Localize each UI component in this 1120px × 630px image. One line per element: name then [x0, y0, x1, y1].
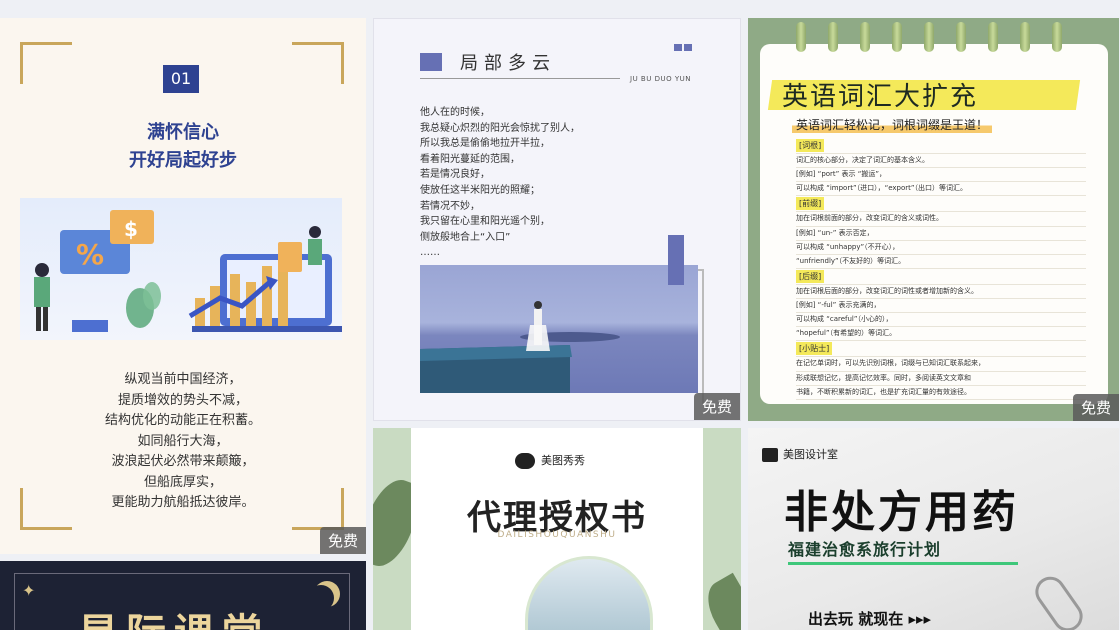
poem-line: 提质增效的势头不减，: [117, 392, 248, 408]
note-line: 可以构成 “careful”（小心的），: [796, 313, 1086, 328]
vocab-notes: [词根] 词汇的核心部分，决定了词汇的基本含义。 [例如] “port” 表示 …: [796, 138, 1086, 400]
percent-icon: %: [76, 238, 104, 271]
free-badge: 免费: [693, 393, 740, 420]
notebook-ring: [988, 22, 998, 52]
free-badge: 免费: [319, 527, 366, 554]
card-title: 局部多云: [460, 53, 556, 74]
poem-line: 所以我总是偷偷地拉开半拉，: [420, 138, 550, 150]
note-line: 加在词根后面的部分，改变词汇的词性或者增加新的含义。: [796, 285, 1086, 300]
note-line: 词汇的核心部分，决定了词汇的基本含义。: [796, 154, 1086, 169]
cta-text: 出去玩 就现在 ▸▸▸: [808, 610, 932, 628]
poem-line: 若情况不妙，: [420, 200, 480, 212]
note-line: “hopeful”（有希望的）等词汇。: [796, 327, 1086, 342]
note-line: 加在词根前面的部分，改变词汇的含义或词性。: [796, 212, 1086, 227]
card-title: 非处方用药: [784, 487, 1019, 538]
paperclip-icon: [1029, 570, 1089, 630]
card-inner: 美图秀秀 代理授权书 DAILISHOUQUANSHU: [411, 428, 703, 630]
subtitle-underline: [788, 562, 1018, 565]
brand-name: 美图秀秀: [541, 454, 585, 467]
note-line: 在记忆单词时，可以先识别词根，词缀与已知词汇联系起来，: [796, 357, 1086, 372]
poem-line: 使放任这半米阳光的照耀；: [420, 184, 540, 196]
poem-line: 纵观当前中国经济，: [124, 372, 242, 387]
section-heading: [小贴士]: [796, 342, 833, 356]
card-subtitle: 福建治愈系旅行计划: [788, 540, 942, 559]
moon-icon: [308, 585, 334, 611]
meitu-logo-icon: [515, 453, 535, 469]
star-icon: ✦: [22, 581, 36, 600]
note-line: 可以构成 “unhappy”（不开心），: [796, 241, 1086, 255]
template-card-otc-medicine[interactable]: 美图设计室 非处方用药 福建治愈系旅行计划 出去玩 就现在 ▸▸▸: [748, 428, 1119, 630]
dollar-icon: $: [124, 217, 138, 241]
brand-logo: 美图秀秀: [515, 452, 585, 469]
note-line: [例如] “port” 表示 “搬运”，: [796, 168, 1086, 183]
notebook-ring: [860, 22, 870, 52]
poem-line: 我总疑心炽烈的阳光会惊扰了别人，: [420, 122, 580, 134]
template-card-partly-cloudy[interactable]: 局部多云 JU BU DUO YUN 他人在的时候， 我总疑心炽烈的阳光会惊扰了…: [373, 18, 741, 421]
poem-line: 看着阳光蔓延的范围，: [420, 153, 520, 165]
note-line: “unfriendly”（不友好的）等词汇。: [796, 255, 1086, 269]
note-line: [例如] “-ful” 表示充满的，: [796, 299, 1086, 314]
notebook-ring: [1052, 22, 1062, 52]
corner-decoration: [20, 42, 72, 84]
poem-line: 如同船行大海，: [137, 433, 229, 449]
section-heading: [后缀]: [796, 269, 825, 283]
card-title: 星际课堂: [78, 601, 270, 630]
card-title-line2: 开好局起好步: [129, 150, 237, 171]
card-pinyin: JU BU DUO YUN: [630, 75, 691, 83]
leaf-decoration: [698, 572, 741, 630]
note-line: [例如] “un-” 表示否定，: [796, 227, 1086, 241]
poem-line: ……: [420, 247, 440, 259]
brand-logo: 美图设计室: [762, 446, 838, 462]
template-card-power-of-attorney[interactable]: 美图秀秀 代理授权书 DAILISHOUQUANSHU: [373, 428, 741, 630]
title-underline: [420, 78, 620, 79]
free-badge: 免费: [1072, 394, 1119, 421]
template-card-confidence[interactable]: 01 满怀信心 开好局起好步 % $ 纵观当前中国经济， 提质增效的势头不减， …: [0, 18, 366, 554]
note-line: 形成联想记忆，提高记忆效率。同时，多阅读英文文章和: [796, 372, 1086, 386]
template-grid: 01 满怀信心 开好局起好步 % $ 纵观当前中国经济， 提质增效的势头不减， …: [0, 0, 1120, 630]
accent-bar-decoration: [668, 235, 684, 285]
seaside-photo: [420, 265, 698, 393]
template-card-star-class[interactable]: ✦ 星际课堂: [0, 561, 366, 630]
poem-line: 若是情况良好，: [420, 169, 490, 181]
notebook-ring: [924, 22, 934, 52]
note-line: 可以构成 “import”（进口），“export”（出口）等词汇。: [796, 182, 1086, 197]
poem-line: 结构优化的动能正在积蓄。: [104, 413, 261, 428]
template-card-english-vocab[interactable]: 英语词汇大扩充 英语词汇轻松记，词根词缀是王道！ [词根] 词汇的核心部分，决定…: [748, 18, 1119, 421]
notebook-ring: [1020, 22, 1030, 52]
section-number: 01: [163, 65, 199, 93]
calculator-icon: [278, 242, 302, 272]
section-heading: [词根]: [796, 139, 825, 153]
notebook-ring: [796, 22, 806, 52]
poem-line: 但船底厚实，: [143, 474, 222, 490]
poem-line: 更能助力航船抵达彼岸。: [111, 495, 255, 510]
notebook-ring: [892, 22, 902, 52]
card-subtitle: 英语词汇轻松记，词根词缀是王道！: [792, 116, 993, 133]
dots-decoration: [674, 36, 694, 55]
card-title: 英语词汇大扩充: [782, 82, 979, 112]
notebook-ring: [828, 22, 838, 52]
poem-line: 侧放般地合上“入口”: [420, 231, 511, 243]
poem-line: 我只留在心里和阳光遥个别，: [420, 216, 550, 228]
title-square-decoration: [420, 53, 442, 71]
note-line: 书籍，不断积累新的词汇，也是扩充词汇量的有效途径。: [796, 386, 1086, 400]
card-title-line1: 满怀信心: [147, 122, 219, 143]
section-heading: [前缀]: [796, 197, 825, 211]
design-studio-logo-icon: [762, 448, 778, 462]
arch-photo: [525, 556, 653, 630]
poem-line: 波浪起伏必然带来颠簸，: [111, 454, 255, 469]
card-poem: 纵观当前中国经济， 提质增效的势头不减， 结构优化的动能正在积蓄。 如同船行大海…: [0, 370, 366, 514]
brand-name: 美图设计室: [783, 448, 838, 461]
card-poem: 他人在的时候， 我总疑心炽烈的阳光会惊扰了别人， 所以我总是偷偷地拉开半拉， 看…: [420, 105, 580, 261]
notebook-ring: [956, 22, 966, 52]
corner-decoration: [292, 42, 344, 84]
card-pinyin: DAILISHOUQUANSHU: [497, 530, 617, 540]
finance-illustration: % $: [20, 198, 352, 340]
poem-line: 他人在的时候，: [420, 107, 490, 118]
